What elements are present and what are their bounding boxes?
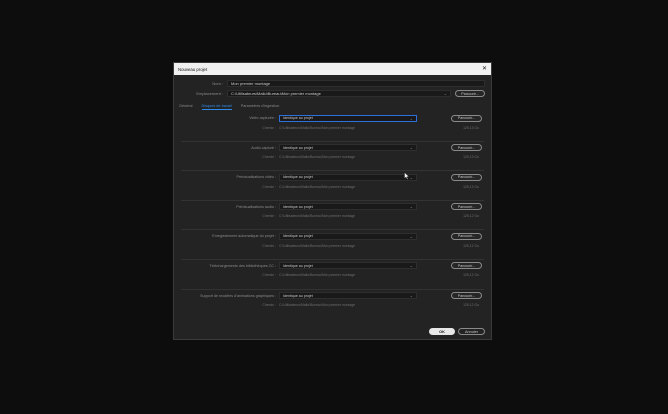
name-label: Nom : — [212, 81, 223, 86]
chevron-down-icon: ⌄ — [409, 204, 413, 210]
free-space: 125,13 Go — [463, 184, 479, 189]
path-value: C:\Utilisateurs\Mallo\Bureau\Mon premier… — [279, 273, 356, 278]
location-value: C:\Utilisateurs\Mallo\Bureau\Mon premier… — [231, 91, 321, 96]
cancel-button[interactable]: Annuler — [458, 328, 485, 335]
path-label: Chemin : — [262, 303, 276, 308]
disk-location-select[interactable]: Identique au projet ⌄ — [279, 262, 417, 270]
scratch-disk-section: Téléchargements des bibliothèques CC : I… — [181, 260, 484, 290]
disk-location-select[interactable]: Identique au projet ⌄ — [279, 144, 417, 152]
free-space: 125,13 Go — [463, 125, 479, 130]
path-value: C:\Utilisateurs\Mallo\Bureau\Mon premier… — [279, 303, 356, 308]
disk-location-value: Identique au projet — [283, 175, 313, 180]
free-space: 125,13 Go — [463, 155, 479, 160]
path-value: C:\Utilisateurs\Mallo\Bureau\Mon premier… — [279, 184, 356, 189]
disk-location-select[interactable]: Identique au projet ⌄ — [279, 292, 417, 300]
new-project-dialog: Nouveau projet ✕ Nom : Mon premier monta… — [173, 62, 492, 340]
scratch-disk-section: Vidéo capturée : Identique au projet ⌄ P… — [181, 112, 484, 142]
scratch-disk-section: Support de modèles d'animations graphiqu… — [181, 290, 484, 320]
path-label: Chemin : — [262, 184, 276, 189]
browse-button[interactable]: Parcourir... — [451, 173, 482, 181]
section-label: Audio capturé : — [251, 145, 276, 150]
section-label: Enregistrement automatique du projet : — [212, 234, 276, 239]
free-space: 125,12 Go — [463, 214, 479, 219]
name-row: Nom : Mon premier montage — [179, 79, 486, 88]
chevron-down-icon: ⌄ — [409, 263, 413, 269]
chevron-down-icon: ⌄ — [409, 233, 413, 239]
disk-location-select[interactable]: Identique au projet ⌄ — [279, 114, 417, 122]
name-input[interactable]: Mon premier montage — [227, 80, 485, 87]
disk-location-value: Identique au projet — [283, 234, 313, 239]
location-label: Emplacement : — [196, 91, 223, 96]
section-label: Support de modèles d'animations graphiqu… — [200, 293, 276, 298]
path-label: Chemin : — [262, 273, 276, 278]
disk-location-value: Identique au projet — [283, 145, 313, 150]
disk-location-value: Identique au projet — [283, 116, 313, 120]
location-row: Emplacement : C:\Utilisateurs\Mallo\Bure… — [179, 89, 486, 98]
tab-general[interactable]: Général — [179, 104, 193, 109]
browse-button[interactable]: Parcourir... — [451, 144, 482, 152]
path-label: Chemin : — [262, 214, 276, 219]
browse-button[interactable]: Parcourir... — [451, 292, 482, 300]
location-browse-button[interactable]: Parcourir... — [455, 90, 485, 97]
section-label: Vidéo capturée : — [249, 116, 276, 120]
scratch-disk-section: Prévisualisations vidéo : Identique au p… — [181, 171, 484, 201]
path-value: C:\Utilisateurs\Mallo\Bureau\Mon premier… — [279, 155, 356, 160]
scratch-disk-section: Prévisualisations audio : Identique au p… — [181, 201, 484, 231]
dialog-title: Nouveau projet — [178, 66, 208, 72]
ok-button[interactable]: OK — [429, 328, 455, 335]
disk-location-select[interactable]: Identique au projet ⌄ — [279, 173, 417, 181]
disk-location-value: Identique au projet — [283, 263, 313, 268]
dialog-content: Nom : Mon premier montage Emplacement : … — [174, 75, 491, 341]
path-label: Chemin : — [262, 243, 276, 248]
chevron-down-icon: ⌄ — [409, 293, 413, 299]
chevron-down-icon: ⌄ — [409, 174, 413, 180]
section-label: Téléchargements des bibliothèques CC : — [209, 263, 276, 268]
disk-location-select[interactable]: Identique au projet ⌄ — [279, 232, 417, 240]
section-label: Prévisualisations audio : — [236, 204, 276, 209]
disk-location-value: Identique au projet — [283, 204, 313, 209]
path-value: C:\Utilisateurs\Mallo\Bureau\Mon premier… — [279, 214, 356, 219]
section-label: Prévisualisations vidéo : — [236, 175, 276, 180]
dialog-footer: OK Annuler — [429, 328, 485, 335]
browse-button[interactable]: Parcourir... — [451, 203, 482, 211]
disk-location-select[interactable]: Identique au projet ⌄ — [279, 203, 417, 211]
disk-location-value: Identique au projet — [283, 293, 313, 298]
tab-scratch-disks[interactable]: Disques de travail — [201, 104, 232, 110]
scratch-disk-sections: Vidéo capturée : Identique au projet ⌄ P… — [179, 112, 486, 319]
name-input-value: Mon premier montage — [231, 81, 271, 86]
path-value: C:\Utilisateurs\Mallo\Bureau\Mon premier… — [279, 243, 356, 248]
tab-ingest-settings[interactable]: Paramètres d'ingestion — [241, 104, 280, 109]
browse-button[interactable]: Parcourir... — [451, 114, 482, 122]
chevron-down-icon: ⌄ — [409, 115, 413, 121]
free-space: 125,12 Go — [463, 273, 479, 278]
free-space: 125,12 Go — [463, 303, 479, 308]
browse-button[interactable]: Parcourir... — [451, 232, 482, 240]
free-space: 125,12 Go — [463, 243, 479, 248]
scratch-disk-section: Audio capturé : Identique au projet ⌄ Pa… — [181, 142, 484, 172]
browse-button[interactable]: Parcourir... — [451, 262, 482, 270]
tab-bar: Général Disques de travail Paramètres d'… — [179, 102, 486, 110]
path-label: Chemin : — [262, 155, 276, 160]
scratch-disk-section: Enregistrement automatique du projet : I… — [181, 230, 484, 260]
path-label: Chemin : — [262, 125, 276, 130]
chevron-down-icon: ⌄ — [443, 91, 447, 96]
mouse-pointer-icon — [404, 172, 410, 180]
location-select[interactable]: C:\Utilisateurs\Mallo\Bureau\Mon premier… — [227, 90, 451, 97]
dialog-titlebar: Nouveau projet ✕ — [174, 63, 491, 75]
chevron-down-icon: ⌄ — [409, 145, 413, 151]
close-icon[interactable]: ✕ — [482, 66, 487, 72]
path-value: C:\Utilisateurs\Mallo\Bureau\Mon premier… — [279, 125, 356, 130]
